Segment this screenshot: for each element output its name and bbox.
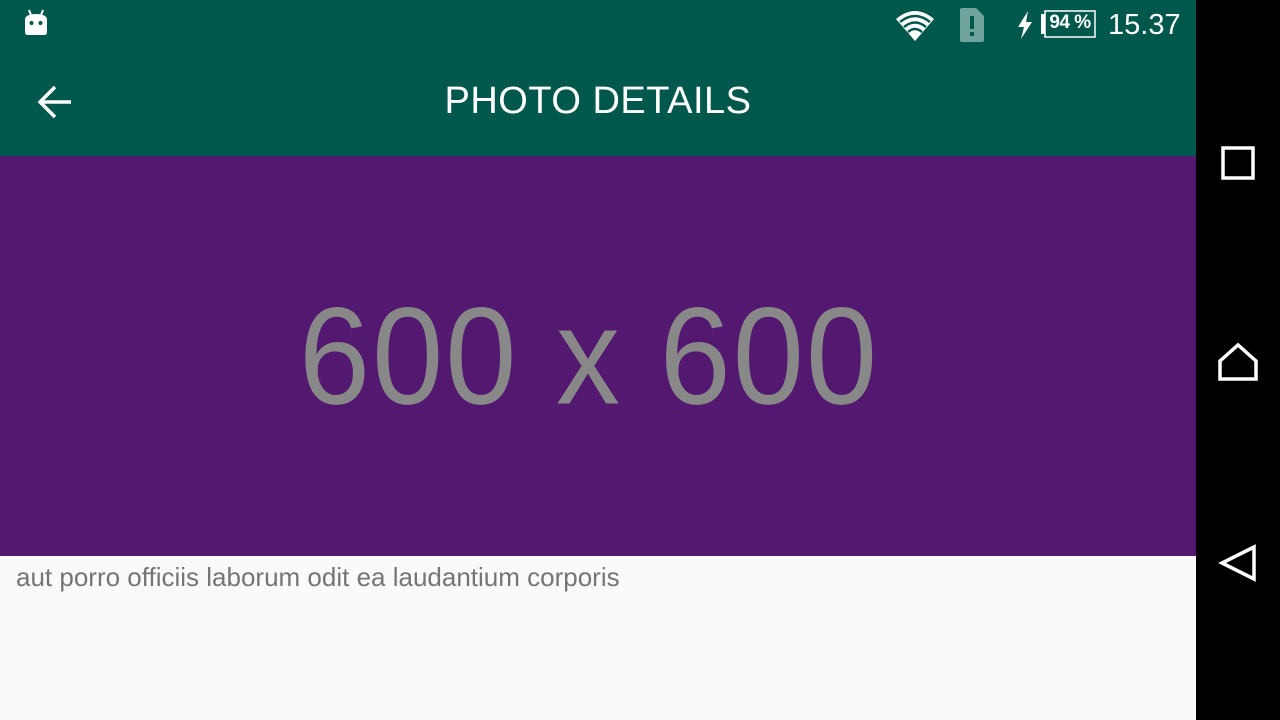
- battery-percent: 94 %: [1049, 12, 1091, 33]
- recents-icon: [1221, 146, 1255, 180]
- android-debug-icon: [25, 9, 47, 35]
- app-toolbar: PHOTO DETAILS: [0, 50, 1196, 156]
- status-clock: 15.37: [1108, 9, 1181, 41]
- page-title: PHOTO DETAILS: [444, 80, 752, 122]
- charging-icon: [1018, 11, 1032, 39]
- back-nav-button[interactable]: [1210, 535, 1266, 591]
- home-button[interactable]: [1210, 335, 1266, 391]
- wifi-icon: [896, 11, 934, 41]
- status-bar: 94 % 15.37: [0, 0, 1196, 50]
- home-icon: [1218, 342, 1258, 381]
- photo-details-screen: 94 % 15.37 PHOTO DETAILS 600 x 600 aut p…: [0, 0, 1196, 720]
- back-icon: [1218, 544, 1256, 582]
- sim-alert-icon: [960, 8, 984, 42]
- recents-button[interactable]: [1210, 135, 1266, 191]
- photo-title: aut porro officiis laborum odit ea lauda…: [16, 562, 620, 592]
- system-nav-bar: [1196, 0, 1280, 720]
- photo-image: 600 x 600: [0, 156, 1196, 556]
- photo-placeholder-text: 600 x 600: [298, 278, 880, 434]
